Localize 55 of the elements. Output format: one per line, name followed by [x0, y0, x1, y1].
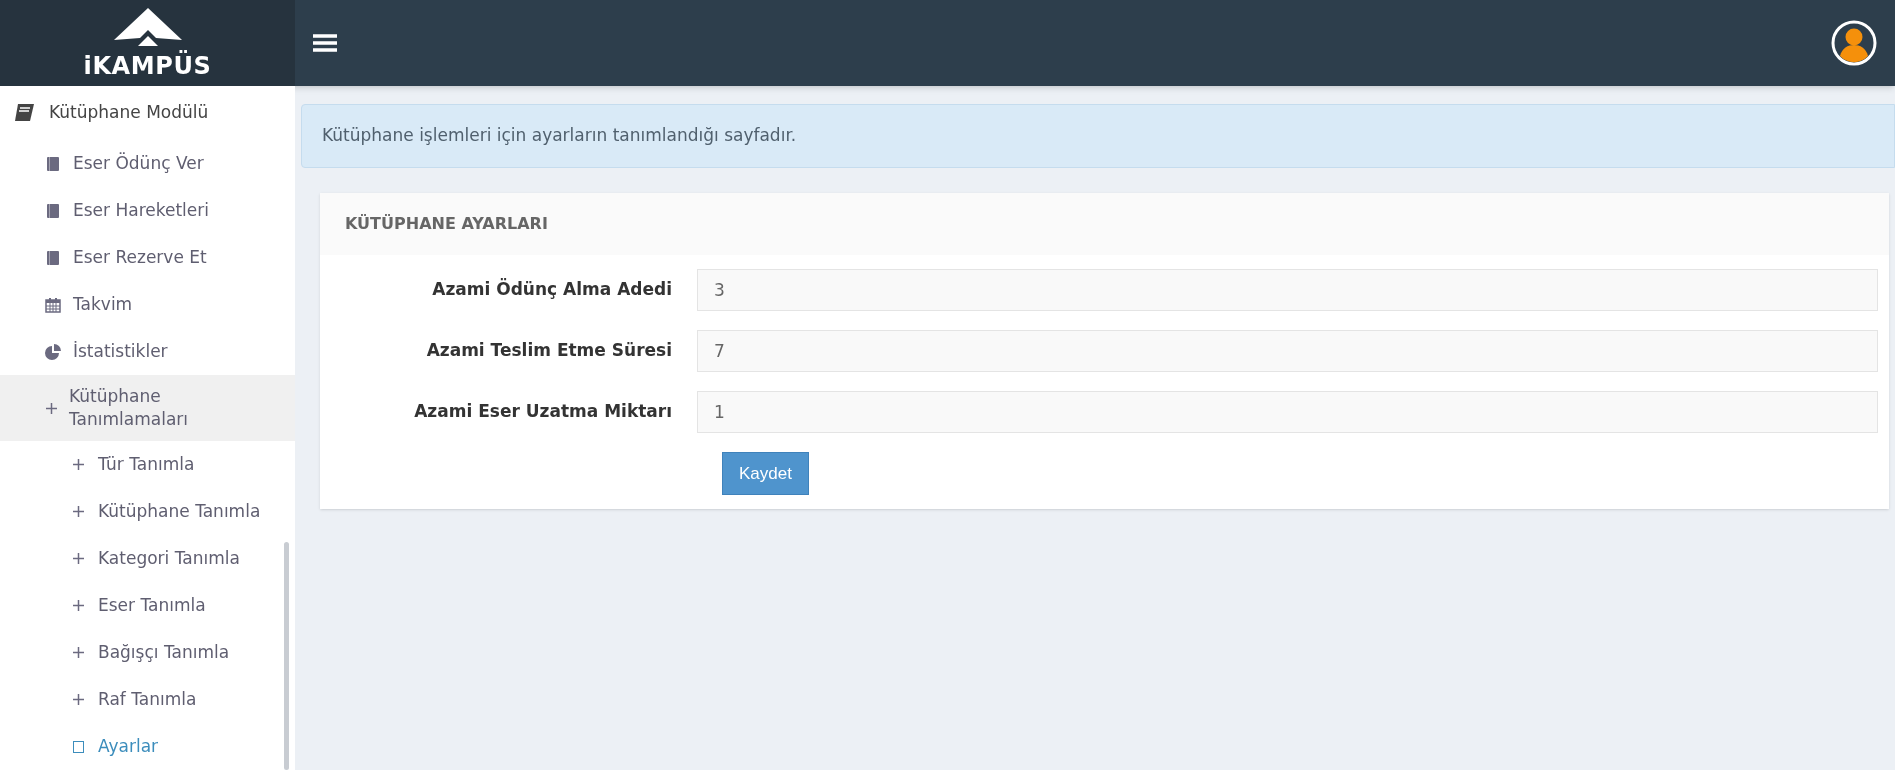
input-field[interactable]: 7 [697, 330, 1878, 372]
sidebar-item[interactable]: Eser Hareketleri [0, 187, 295, 234]
sidebar-item[interactable]: Bağışçı Tanımla [0, 629, 295, 676]
group-label: Kütüphane Tanımlamaları [69, 385, 190, 431]
sidebar-group[interactable]: Kütüphane Tanımlamaları [0, 375, 295, 441]
input-field[interactable]: 3 [697, 269, 1878, 311]
plus-icon [72, 459, 84, 470]
sidebar-item[interactable]: İstatistikler [0, 328, 295, 375]
sidebar-item-label: Eser Hareketleri [73, 198, 209, 222]
sidebar-item[interactable]: Ayarlar [0, 723, 295, 770]
sidebar-item[interactable]: Raf Tanımla [0, 676, 295, 723]
sidebar-item-label: Tür Tanımla [98, 452, 195, 476]
module-label: Kütüphane Modülü [49, 101, 209, 125]
book-icon [13, 103, 35, 123]
input-field[interactable]: 1 [697, 391, 1878, 433]
sidebar-item[interactable]: Tür Tanımla [0, 441, 295, 488]
save-button[interactable]: Kaydet [722, 452, 809, 495]
sidebar-item[interactable]: Kategori Tanımla [0, 535, 295, 582]
square-icon [72, 740, 84, 753]
sidebar-item-label: Eser Rezerve Et [73, 245, 207, 269]
field-label: Azami Teslim Etme Süresi [425, 339, 673, 363]
sidebar-item-label: Raf Tanımla [98, 687, 197, 711]
book-icon [47, 203, 59, 218]
user-avatar-icon[interactable] [1831, 20, 1877, 66]
plus-icon [72, 647, 84, 658]
sidebar-item[interactable]: Eser Rezerve Et [0, 234, 295, 281]
calendar-icon [45, 296, 61, 313]
sidebar-item[interactable]: Eser Tanımla [0, 582, 295, 629]
sidebar-item-label: Takvim [73, 292, 133, 316]
sidebar-item-label: Kategori Tanımla [98, 546, 240, 570]
scrollbar[interactable] [284, 542, 289, 770]
book-icon [47, 156, 59, 171]
plus-icon [72, 694, 84, 705]
pie-chart-icon [45, 343, 61, 360]
field-label: Azami Ödünç Alma Adedi [431, 277, 673, 302]
sidebar-item[interactable]: Kütüphane Tanımla [0, 488, 295, 535]
info-alert: Kütüphane işlemleri için ayarların tanımlandığı sayfadır. [301, 104, 1895, 168]
sidebar-item-label: Ayarlar [98, 734, 159, 758]
sidebar-item-label: Kütüphane Tanımla [98, 499, 261, 523]
plus-icon [46, 402, 57, 414]
plus-icon [72, 553, 84, 564]
sidebar-item-label: Bağışçı Tanımla [98, 640, 230, 664]
menu-icon[interactable] [313, 33, 337, 53]
plus-icon [72, 600, 84, 611]
sidebar-module-header[interactable]: Kütüphane Modülü [0, 86, 295, 140]
sidebar-item[interactable]: Takvim [0, 281, 295, 328]
book-icon [47, 250, 59, 265]
brand-logo[interactable]: iKAMPÜS [0, 0, 295, 86]
sidebar-item[interactable]: Eser Ödünç Ver [0, 140, 295, 187]
sidebar-item-label: İstatistikler [73, 339, 168, 363]
panel-title: KÜTÜPHANE AYARLARI [345, 213, 548, 235]
sidebar-item-label: Eser Ödünç Ver [73, 151, 204, 175]
plus-icon [72, 506, 84, 517]
sidebar-item-label: Eser Tanımla [98, 593, 206, 617]
field-label: Azami Eser Uzatma Miktarı [413, 400, 673, 424]
